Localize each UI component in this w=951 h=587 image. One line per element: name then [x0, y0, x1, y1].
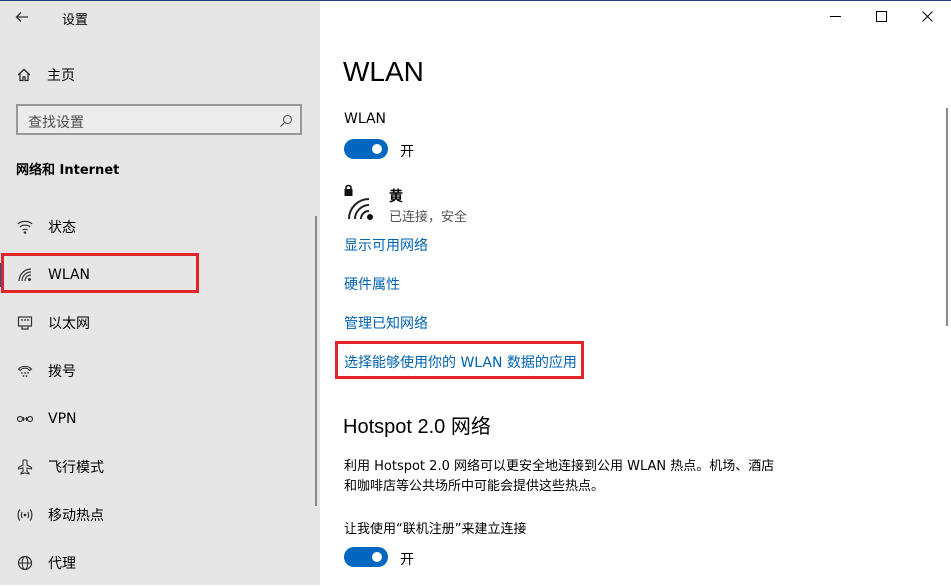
globe-icon [16, 554, 34, 572]
search-icon[interactable] [279, 114, 293, 128]
highlight-box-wlan-nav [1, 253, 199, 293]
home-icon [17, 68, 31, 82]
close-icon [921, 10, 933, 22]
sidebar: 设置 主页 查找设置 网络和 Internet 状态 WLAN 以太网 拨号 V… [0, 1, 320, 585]
status-icon [16, 218, 34, 236]
highlight-box-apps-link [335, 341, 584, 379]
maximize-icon [875, 10, 887, 22]
toggle-knob [372, 144, 382, 154]
arrow-left-icon [15, 12, 28, 22]
sidebar-item-hotspot[interactable]: 移动热点 [0, 491, 320, 539]
sidebar-scrollbar[interactable] [315, 216, 317, 506]
sidebar-item-dialup[interactable]: 拨号 [0, 347, 320, 395]
hardware-properties-link[interactable]: 硬件属性 [344, 274, 400, 294]
ethernet-icon [16, 314, 34, 332]
toggle-knob [372, 552, 382, 562]
online-signup-toggle-state: 开 [400, 552, 414, 568]
wlan-toggle-label: WLAN [344, 111, 387, 127]
sidebar-item-proxy[interactable]: 代理 [0, 539, 320, 587]
search-placeholder: 查找设置 [28, 115, 84, 131]
online-signup-toggle[interactable] [344, 547, 388, 567]
sidebar-item-ethernet[interactable]: 以太网 [0, 299, 320, 347]
sidebar-item-label: 以太网 [48, 316, 90, 332]
dialup-icon [16, 362, 34, 380]
sidebar-item-label: 飞行模式 [48, 460, 104, 476]
maximize-button[interactable] [858, 5, 904, 27]
airplane-icon [16, 458, 34, 476]
wlan-toggle-state: 开 [400, 144, 414, 160]
sidebar-item-label: 代理 [48, 556, 76, 572]
online-signup-label: 让我使用“联机注册”来建立连接 [344, 522, 527, 537]
show-available-networks-link[interactable]: 显示可用网络 [344, 235, 428, 255]
minimize-icon [829, 15, 841, 17]
vpn-icon [16, 410, 34, 428]
network-status: 已连接，安全 [389, 210, 468, 225]
main-scrollbar[interactable] [946, 108, 948, 326]
sidebar-item-label: 拨号 [48, 364, 76, 380]
sidebar-item-status[interactable]: 状态 [0, 203, 320, 251]
sidebar-item-vpn[interactable]: VPN [0, 395, 320, 443]
hotspot-heading: Hotspot 2.0 网络 [343, 416, 491, 438]
window-title: 设置 [62, 13, 89, 28]
sidebar-item-label: 移动热点 [48, 508, 104, 524]
wlan-toggle[interactable] [344, 139, 388, 159]
search-input[interactable]: 查找设置 [16, 104, 302, 135]
manage-known-networks-link[interactable]: 管理已知网络 [344, 313, 428, 333]
hotspot-description: 利用 Hotspot 2.0 网络可以更安全地连接到公用 WLAN 热点。机场、… [344, 459, 775, 494]
back-button[interactable] [14, 6, 34, 28]
sidebar-item-label: 状态 [48, 220, 76, 236]
hotspot-icon [16, 506, 34, 524]
home-label: 主页 [47, 68, 75, 84]
section-title: 网络和 Internet [16, 163, 120, 178]
network-name: 黄 [389, 189, 403, 205]
minimize-button[interactable] [812, 5, 858, 27]
close-button[interactable] [904, 5, 950, 27]
sidebar-item-label: VPN [48, 411, 77, 427]
page-title: WLAN [343, 56, 424, 87]
sidebar-item-airplane[interactable]: 飞行模式 [0, 443, 320, 491]
home-nav-item[interactable]: 主页 [16, 63, 75, 87]
